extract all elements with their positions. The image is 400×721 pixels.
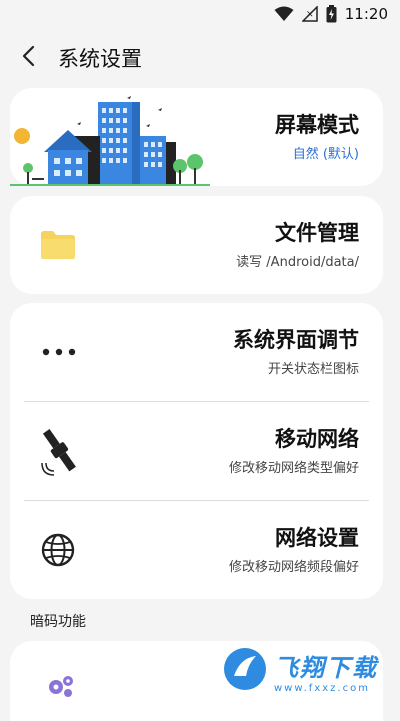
file-manager-title: 文件管理 (275, 220, 359, 245)
header: 系统设置 (0, 38, 400, 78)
display-mode-title: 屏幕模式 (275, 112, 359, 137)
gear-cluster-icon (46, 673, 76, 703)
network-settings-texts: 网络设置 修改移动网络频段偏好 (229, 501, 359, 599)
display-mode-value: 自然 (默认) (292, 147, 359, 163)
display-mode-card[interactable]: 屏幕模式 自然 (默认) (10, 88, 383, 186)
display-mode-texts: 屏幕模式 自然 (默认) (275, 88, 359, 186)
no-signal-icon (301, 6, 318, 22)
file-manager-row[interactable]: 文件管理 读写 /Android/data/ (10, 196, 383, 294)
network-settings-subtitle: 修改移动网络频段偏好 (228, 560, 359, 576)
watermark-logo (222, 646, 268, 696)
wifi-icon (274, 6, 294, 22)
watermark-text: 飞翔下载 www.fxxz.com (274, 648, 378, 694)
system-ui-row[interactable]: 系统界面调节 开关状态栏图标 (10, 303, 383, 401)
more-dots-icon (42, 348, 76, 356)
status-time: 11:20 (344, 5, 388, 23)
system-ui-texts: 系统界面调节 开关状态栏图标 (233, 303, 359, 401)
city-illustration (10, 90, 210, 190)
status-bar: 11:20 (0, 0, 400, 28)
file-manager-subtitle: 读写 /Android/data/ (236, 255, 359, 271)
chevron-left-icon (21, 45, 35, 71)
section-label-secret-codes: 暗码功能 (30, 614, 86, 630)
mobile-network-row[interactable]: 移动网络 修改移动网络类型偏好 (10, 402, 383, 500)
back-button[interactable] (6, 38, 50, 78)
display-mode-row[interactable]: 屏幕模式 自然 (默认) (10, 88, 383, 186)
battery-charging-icon (326, 5, 337, 23)
folder-icon (40, 230, 76, 260)
globe-icon (40, 532, 76, 568)
network-settings-title: 网络设置 (275, 525, 359, 550)
watermark-url: www.fxxz.com (274, 683, 370, 694)
file-manager-card[interactable]: 文件管理 读写 /Android/data/ (10, 196, 383, 294)
system-ui-subtitle: 开关状态栏图标 (267, 362, 359, 378)
satellite-icon (38, 425, 82, 477)
watermark-brand: 飞翔下载 (274, 654, 378, 682)
network-settings-row[interactable]: 网络设置 修改移动网络频段偏好 (10, 501, 383, 599)
watermark: 飞翔下载 www.fxxz.com (222, 642, 392, 700)
system-ui-title: 系统界面调节 (233, 327, 359, 352)
settings-group-card: 系统界面调节 开关状态栏图标 移动网络 修改移动网络类型偏好 网络设置 修改移动… (10, 303, 383, 599)
file-manager-texts: 文件管理 读写 /Android/data/ (236, 196, 359, 294)
mobile-network-title: 移动网络 (275, 426, 359, 451)
mobile-network-texts: 移动网络 修改移动网络类型偏好 (229, 402, 359, 500)
mobile-network-subtitle: 修改移动网络类型偏好 (228, 461, 359, 477)
page-title: 系统设置 (58, 47, 142, 71)
